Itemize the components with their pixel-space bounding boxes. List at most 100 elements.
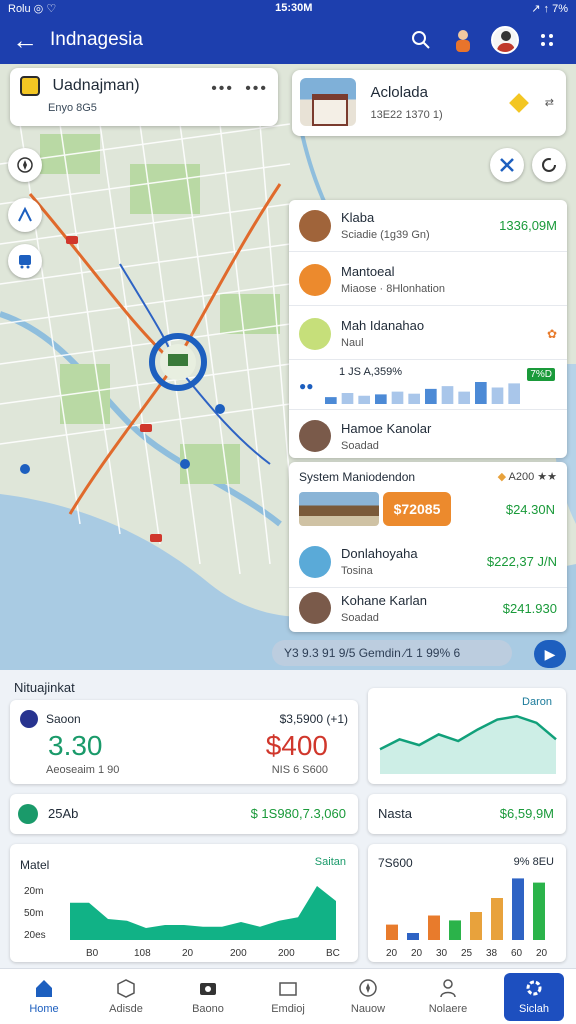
- x-tick-label: 200: [230, 948, 247, 959]
- places-list: Klaba Sciadie (1g39 Gn) 1336,09M Mantoea…: [289, 200, 567, 458]
- grid-menu-icon[interactable]: [530, 23, 564, 57]
- stat-value-right: $400: [265, 730, 328, 761]
- nav-label: Home: [29, 1003, 59, 1015]
- mini-chart-row: ●● 7%D 1 JS A,359%: [289, 362, 567, 410]
- swap-arrows-icon[interactable]: ⇄: [545, 96, 554, 109]
- mini-chart-label: 1 JS A,359%: [339, 366, 402, 378]
- more-icon[interactable]: •••: [211, 80, 234, 98]
- nav-nauow[interactable]: Nauow: [332, 973, 404, 1021]
- line-chart-label: Daron: [522, 696, 552, 708]
- system-card: System Maniodendon ◆ A200 ★★ $72085 $24.…: [289, 462, 567, 632]
- status-bar: Rolu ◎ ♡ 15:30M ↗ ↑ 7%: [0, 0, 576, 16]
- mini-bar: [474, 381, 487, 404]
- area-chart-panel[interactable]: Matel Saitan 20m 50m 20es B0 108 20 200 200 BC: [10, 844, 358, 962]
- mini-bar: [491, 387, 503, 404]
- diamond-icon[interactable]: [509, 93, 529, 113]
- route-search-bar[interactable]: Y3 9.3 91 9/5 Gemdin ∕1 1 99% 6: [272, 640, 512, 666]
- layers-icon[interactable]: [8, 198, 42, 232]
- x-tick-label: 200: [278, 948, 295, 959]
- list-item[interactable]: Hamoe Kanolar Soadad: [289, 410, 567, 462]
- list-item[interactable]: Mah Idanahao Naul ✿: [289, 308, 567, 360]
- location-badge-icon: [20, 76, 40, 96]
- home-icon: [33, 977, 55, 999]
- list-item-title: Klaba: [341, 210, 375, 225]
- location-card[interactable]: Uadnajman) ••• ••• Enyo 8G5: [10, 68, 278, 126]
- summary-strip[interactable]: 25Ab $ 1S980,7.3,060: [10, 794, 358, 834]
- list-item-sub: Naul: [341, 337, 364, 349]
- bar-chart-panel[interactable]: 7S600 9% 8EU 20 20 30 25 38 60 20: [368, 844, 566, 962]
- x-tick-label: B0: [86, 948, 99, 959]
- nav-label: Nolaere: [428, 1003, 468, 1015]
- x-tick-label: 38: [486, 948, 498, 959]
- nav-emdioj[interactable]: Emdioj: [252, 973, 324, 1021]
- nav-home[interactable]: Home: [8, 973, 80, 1021]
- bottom-nav: Home Adisde Baono Emdioj Nauow Nolaere S…: [0, 968, 576, 1024]
- place-header-card[interactable]: Aclolada 13E22 1370 1) ⇄: [292, 70, 566, 136]
- nav-label: Emdioj: [271, 1003, 305, 1015]
- mini-bar: [341, 392, 353, 404]
- nav-label: Nauow: [350, 1003, 386, 1015]
- line-chart-panel[interactable]: Daron: [368, 688, 566, 784]
- nav-baono[interactable]: Baono: [172, 973, 244, 1021]
- line-area: [380, 716, 556, 774]
- bar: [533, 882, 545, 940]
- x-tick-label: 20: [536, 948, 548, 959]
- camera-icon: [197, 977, 219, 999]
- area-chart: 20m 50m 20es B0 108 20 200 200 BC: [24, 886, 340, 959]
- flower-icon: ✿: [546, 326, 557, 341]
- list-item-value: 1336,09M: [499, 218, 557, 233]
- list-item[interactable]: Mantoeal Miaose · 8Hlonhation: [289, 254, 567, 306]
- go-button[interactable]: ▶: [534, 640, 566, 668]
- strip2-value: $6,59,9M: [499, 806, 554, 821]
- bus-icon[interactable]: [8, 244, 42, 278]
- more-options-icon[interactable]: •••: [245, 80, 268, 98]
- search-icon[interactable]: [404, 23, 438, 57]
- person-icon[interactable]: [446, 23, 480, 57]
- list-item-sub: Soadad: [341, 439, 379, 452]
- coin-icon: [18, 804, 38, 824]
- system-header: System Maniodendon: [299, 470, 416, 484]
- price-pill[interactable]: $72085: [383, 492, 451, 526]
- x-tick-label: BC: [326, 948, 340, 959]
- place-thumbnail: [300, 78, 356, 126]
- mini-bar: [441, 385, 453, 404]
- nav-siclah[interactable]: Siclah: [504, 973, 564, 1021]
- tools-icon[interactable]: [490, 148, 524, 182]
- bar: [407, 933, 419, 940]
- mini-bar: [424, 388, 437, 404]
- stat-panel[interactable]: Saoon 3.30 Aeoseaim 1 90 $3,5900 (+1) $4…: [10, 700, 358, 784]
- list-item-value: $241.930: [502, 600, 557, 616]
- list-item-sub: Tosina: [341, 565, 373, 577]
- mini-bar: [357, 395, 370, 404]
- avatar[interactable]: [488, 23, 522, 57]
- x-tick-label: 30: [436, 948, 448, 959]
- back-arrow-icon[interactable]: ←: [12, 25, 42, 56]
- stat-label-right: $3,5900 (+1): [279, 712, 348, 726]
- list-item-value: $222,37 J/N: [486, 554, 557, 569]
- nav-adisde[interactable]: Adisde: [90, 973, 162, 1021]
- people-icon: ●●: [299, 378, 314, 393]
- system-image: [299, 492, 379, 526]
- strip-label: 25Ab: [48, 806, 79, 821]
- y-tick-label: 20es: [24, 930, 46, 941]
- refresh-icon[interactable]: [532, 148, 566, 182]
- dashboard: Nituajinkat Saoon 3.30 Aeoseaim 1 90 $3,…: [0, 670, 576, 970]
- status-time: 15:30M: [275, 2, 313, 14]
- list-item[interactable]: Donlahoyaha Tosina $222,37 J/N: [289, 536, 567, 588]
- compass-icon[interactable]: [8, 148, 42, 182]
- list-item[interactable]: Kohane Karlan Soadad $241.930: [289, 582, 567, 634]
- summary-strip-2[interactable]: Nasta $6,59,9M: [368, 794, 566, 834]
- x-tick-label: 20: [182, 948, 194, 959]
- x-tick-label: 25: [461, 948, 473, 959]
- location-sub: Enyo 8G5: [48, 102, 97, 114]
- list-item-title: Hamoe Kanolar: [341, 420, 432, 436]
- nav-nolaere[interactable]: Nolaere: [412, 973, 484, 1021]
- stat-icon: [20, 710, 38, 728]
- app-bar: ← Indnagesia: [0, 16, 576, 64]
- list-item-title: Donlahoyaha: [341, 546, 418, 561]
- nav-label: Adisde: [109, 1003, 143, 1015]
- status-right: ↗ ↑ 7%: [531, 2, 568, 15]
- bar-chart-label: 7S600: [378, 856, 413, 870]
- area-chart-label: Matel: [20, 858, 50, 872]
- list-item[interactable]: Klaba Sciadie (1g39 Gn) 1336,09M: [289, 200, 567, 252]
